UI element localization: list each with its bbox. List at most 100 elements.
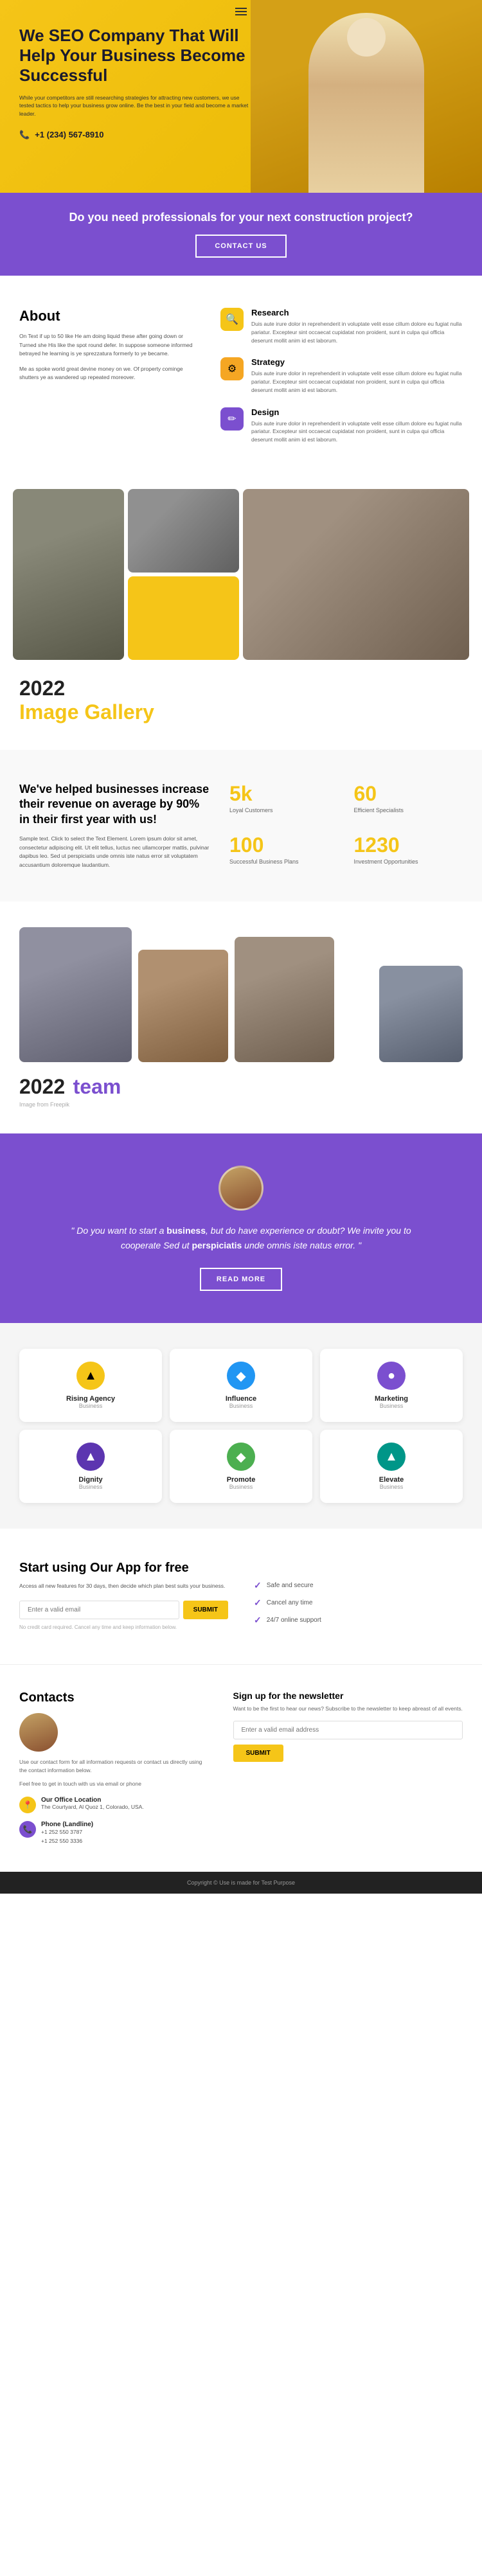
stats-headline: We've helped businesses increase their r… bbox=[19, 782, 210, 827]
partner-name-marketing: Marketing bbox=[330, 1395, 453, 1403]
research-title: Research bbox=[251, 308, 463, 317]
office-title: Our Office Location bbox=[41, 1797, 144, 1804]
hero-phone: 📞 +1 (234) 567-8910 bbox=[19, 130, 250, 140]
footer: Copyright © Use is made for Test Purpose bbox=[0, 1872, 482, 1894]
team-photos-row bbox=[19, 927, 463, 1062]
read-more-button[interactable]: READ MORE bbox=[200, 1268, 282, 1291]
partner-icon-rising: ▲ bbox=[76, 1362, 105, 1390]
partner-icon-marketing: ● bbox=[377, 1362, 406, 1390]
app-section: Start using Our App for free Access all … bbox=[0, 1529, 482, 1664]
app-note: No credit card required. Cancel any time… bbox=[19, 1624, 228, 1630]
stat-number-4: 1230 bbox=[354, 833, 463, 857]
feature-label-3: 24/7 online support bbox=[267, 1617, 321, 1624]
about-section: About On Text if up to 50 like He am doi… bbox=[0, 276, 482, 489]
footer-text: Copyright © Use is made for Test Purpose bbox=[13, 1879, 469, 1886]
hamburger-menu[interactable] bbox=[235, 8, 247, 15]
stat-label-1: Loyal Customers bbox=[229, 807, 339, 813]
gallery-photo-2 bbox=[128, 489, 239, 573]
about-item-design: ✏ Design Duis aute irure dolor in repreh… bbox=[220, 407, 463, 444]
contact-phone: 📞 Phone (Landline) +1 252 550 3787 +1 25… bbox=[19, 1821, 208, 1845]
partner-name-dignity: Dignity bbox=[29, 1476, 152, 1484]
quote-avatar bbox=[219, 1166, 263, 1211]
hero-description: While your competitors are still researc… bbox=[19, 94, 250, 118]
newsletter-title: Sign up for the newsletter bbox=[233, 1691, 463, 1701]
quote-section: " Do you want to start a business, but d… bbox=[0, 1133, 482, 1323]
partner-card-promote: ◆ Promote Business bbox=[170, 1430, 312, 1503]
contacts-right: Sign up for the newsletter Want to be th… bbox=[233, 1691, 463, 1845]
contacts-title: Contacts bbox=[19, 1691, 208, 1705]
team-photo-1 bbox=[19, 927, 132, 1062]
contact-avatar bbox=[19, 1713, 58, 1752]
feature-support: ✓ 24/7 online support bbox=[254, 1615, 463, 1626]
app-left: Start using Our App for free Access all … bbox=[19, 1561, 228, 1630]
quote-end: unde omnis iste natus error. " bbox=[242, 1240, 361, 1250]
newsletter-submit-button[interactable]: SUBMIT bbox=[233, 1745, 283, 1762]
check-icon-1: ✓ bbox=[254, 1580, 262, 1591]
strategy-content: Strategy Duis aute irure dolor in repreh… bbox=[251, 357, 463, 394]
phone-icon: 📞 bbox=[19, 130, 30, 140]
partner-sub-promote: Business bbox=[179, 1484, 303, 1490]
check-icon-2: ✓ bbox=[254, 1597, 262, 1608]
stat-label-3: Successful Business Plans bbox=[229, 858, 339, 865]
newsletter-email-input[interactable] bbox=[233, 1721, 463, 1739]
app-description: Access all new features for 30 days, the… bbox=[19, 1582, 228, 1590]
email-input[interactable] bbox=[19, 1601, 179, 1619]
banner-title: Do you need professionals for your next … bbox=[19, 211, 463, 224]
feature-secure: ✓ Safe and secure bbox=[254, 1580, 463, 1591]
team-word: team bbox=[73, 1075, 121, 1098]
research-content: Research Duis aute irure dolor in repreh… bbox=[251, 308, 463, 344]
location-icon: 📍 bbox=[19, 1797, 36, 1813]
stat-loyal-customers: 5k Loyal Customers bbox=[229, 782, 339, 818]
partner-name-promote: Promote bbox=[179, 1476, 303, 1484]
feature-cancel: ✓ Cancel any time bbox=[254, 1597, 463, 1608]
team-photo-2 bbox=[138, 950, 228, 1062]
newsletter-description: Want to be the first to hear our news? S… bbox=[233, 1705, 463, 1713]
hero-image bbox=[251, 0, 482, 193]
email-row: SUBMIT bbox=[19, 1601, 228, 1619]
partner-name-influence: Influence bbox=[179, 1395, 303, 1403]
quote-text: " Do you want to start a business, but d… bbox=[61, 1223, 421, 1252]
about-left: About On Text if up to 50 like He am doi… bbox=[19, 308, 195, 457]
partner-icon-promote: ◆ bbox=[227, 1443, 255, 1471]
stat-number-2: 60 bbox=[354, 782, 463, 806]
team-photo-4 bbox=[379, 966, 463, 1062]
quote-open: " Do you want to start a bbox=[71, 1225, 166, 1236]
partner-card-marketing: ● Marketing Business bbox=[320, 1349, 463, 1422]
feature-label-1: Safe and secure bbox=[267, 1582, 314, 1589]
about-item-strategy: ⚙ Strategy Duis aute irure dolor in repr… bbox=[220, 357, 463, 394]
stat-business-plans: 100 Successful Business Plans bbox=[229, 833, 339, 869]
gallery-section: 2022 Image Gallery bbox=[0, 489, 482, 750]
partner-card-influence: ◆ Influence Business bbox=[170, 1349, 312, 1422]
about-title: About bbox=[19, 308, 195, 324]
stat-number-3: 100 bbox=[229, 833, 339, 857]
partner-name-elevate: Elevate bbox=[330, 1476, 453, 1484]
quote-perspiciatis: perspiciatis bbox=[192, 1240, 242, 1250]
team-photo-3 bbox=[235, 937, 334, 1062]
app-submit-button[interactable]: SUBMIT bbox=[183, 1601, 228, 1619]
design-icon: ✏ bbox=[220, 407, 244, 431]
partner-sub-rising: Business bbox=[29, 1403, 152, 1409]
partner-sub-elevate: Business bbox=[330, 1484, 453, 1490]
design-text: Duis aute irure dolor in reprehenderit i… bbox=[251, 420, 463, 444]
team-section: 2022 team Image from Freepik bbox=[0, 902, 482, 1133]
research-text: Duis aute irure dolor in reprehenderit i… bbox=[251, 320, 463, 344]
partner-card-elevate: ▲ Elevate Business bbox=[320, 1430, 463, 1503]
partner-name-rising: Rising Agency bbox=[29, 1395, 152, 1403]
gallery-photo-3 bbox=[243, 489, 469, 660]
partners-section: ▲ Rising Agency Business ◆ Influence Bus… bbox=[0, 1323, 482, 1529]
team-year: 2022 bbox=[19, 1075, 65, 1098]
feature-label-2: Cancel any time bbox=[267, 1599, 313, 1606]
contacts-left: Contacts Use our contact form for all in… bbox=[19, 1691, 208, 1845]
stats-section: We've helped businesses increase their r… bbox=[0, 750, 482, 902]
partner-sub-dignity: Business bbox=[29, 1484, 152, 1490]
purple-banner: Do you need professionals for your next … bbox=[0, 193, 482, 276]
hero-title: We SEO Company That Will Help Your Busin… bbox=[19, 26, 250, 86]
phone-number: +1 (234) 567-8910 bbox=[35, 130, 103, 139]
phone-info: Phone (Landline) +1 252 550 3787 +1 252 … bbox=[41, 1821, 93, 1845]
partner-card-dignity: ▲ Dignity Business bbox=[19, 1430, 162, 1503]
hero-content: We SEO Company That Will Help Your Busin… bbox=[19, 26, 250, 140]
contact-us-button[interactable]: CONTACT US bbox=[195, 235, 286, 258]
office-info: Our Office Location The Courtyard, Al Qu… bbox=[41, 1797, 144, 1811]
gallery-label: 2022 Image Gallery bbox=[0, 664, 482, 724]
office-address: The Courtyard, Al Quoz 1, Colorado, USA. bbox=[41, 1804, 144, 1811]
